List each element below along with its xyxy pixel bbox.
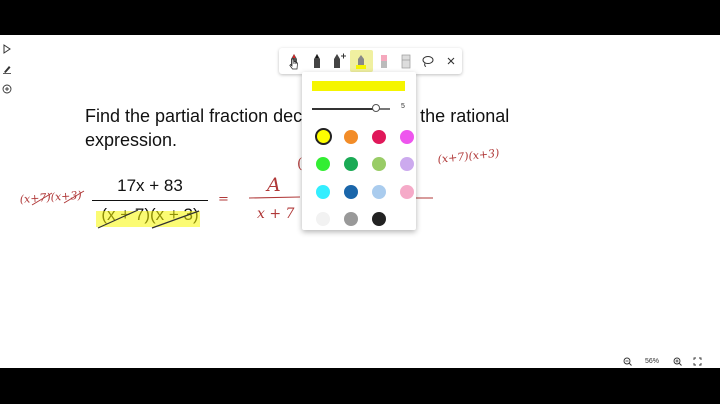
color-swatch-cell (393, 206, 421, 234)
eraser-icon (401, 54, 411, 69)
zoom-out-button[interactable] (620, 354, 634, 368)
lasso-tool[interactable] (417, 50, 439, 72)
pink-eraser-icon (380, 55, 387, 68)
color-swatch[interactable] (400, 129, 414, 144)
drawing-toolbar (279, 48, 462, 74)
handwritten-right-factors: (x+7)(x+3) (437, 147, 500, 166)
color-swatch-cell (365, 178, 393, 206)
color-swatch-cell (393, 178, 421, 206)
yellow-highlight (96, 211, 200, 227)
zoom-out-icon (623, 357, 632, 366)
highlighter-tool[interactable] (350, 50, 373, 72)
color-swatch-cell (309, 178, 337, 206)
color-swatch-cell (309, 206, 337, 234)
pen-plus-icon (333, 53, 346, 68)
color-swatch-cell (337, 151, 365, 179)
pen-plus-tool[interactable] (328, 50, 350, 72)
color-swatch[interactable] (344, 184, 358, 199)
red-pen-tool[interactable] (283, 50, 305, 72)
highlighter-icon (356, 55, 367, 69)
color-swatch-cell (309, 151, 337, 179)
fit-screen-button[interactable] (690, 354, 704, 368)
color-swatch[interactable] (314, 128, 332, 146)
color-swatch[interactable] (344, 212, 358, 227)
size-value: 5 (401, 103, 405, 110)
cursor-hand-icon (289, 58, 298, 70)
close-icon (447, 57, 455, 65)
close-button[interactable] (440, 50, 462, 72)
color-swatch[interactable] (316, 184, 330, 199)
color-swatch-cell (393, 151, 421, 179)
size-slider-thumb[interactable] (371, 104, 380, 112)
pink-eraser-tool[interactable] (373, 50, 395, 72)
zoom-controls: 56% (620, 354, 720, 368)
color-swatch[interactable] (372, 212, 386, 227)
color-swatch-cell (393, 123, 421, 151)
handwritten-denominator: x + 7 (257, 206, 295, 222)
color-swatch[interactable] (372, 184, 386, 199)
color-swatch-cell (337, 206, 365, 234)
eraser-tool[interactable] (395, 50, 417, 72)
zoom-in-icon (673, 357, 682, 366)
color-swatch-grid (309, 123, 414, 234)
color-swatch[interactable] (344, 157, 358, 172)
black-pen-tool[interactable] (305, 50, 327, 72)
color-swatch[interactable] (400, 184, 414, 199)
zoom-in-button[interactable] (670, 354, 684, 368)
color-swatch-cell (337, 178, 365, 206)
color-swatch-cell (365, 123, 393, 151)
handwritten-fraction-bar (248, 196, 301, 199)
color-swatch[interactable] (400, 157, 414, 172)
color-swatch-cell (365, 151, 393, 179)
whiteboard-canvas[interactable]: Find the partial fraction decomposition … (0, 35, 720, 368)
zoom-level: 56% (644, 357, 659, 365)
color-swatch-cell (309, 123, 337, 151)
stroke-preview (312, 81, 405, 91)
black-pen-icon (313, 54, 320, 68)
color-swatch[interactable] (372, 157, 386, 172)
handwritten-equals: = (218, 192, 229, 207)
color-swatch[interactable] (400, 212, 414, 227)
color-swatch[interactable] (344, 129, 358, 144)
fit-screen-icon (693, 357, 701, 365)
color-picker-panel: 5 (302, 72, 416, 230)
lasso-icon (422, 56, 434, 67)
color-swatch-cell (365, 206, 393, 234)
color-swatch[interactable] (316, 157, 330, 172)
color-swatch[interactable] (316, 212, 330, 227)
handwritten-a: A (265, 174, 281, 196)
color-swatch[interactable] (372, 129, 386, 144)
color-swatch-cell (337, 123, 365, 151)
size-slider-fill (312, 108, 376, 110)
size-slider[interactable] (312, 104, 390, 112)
